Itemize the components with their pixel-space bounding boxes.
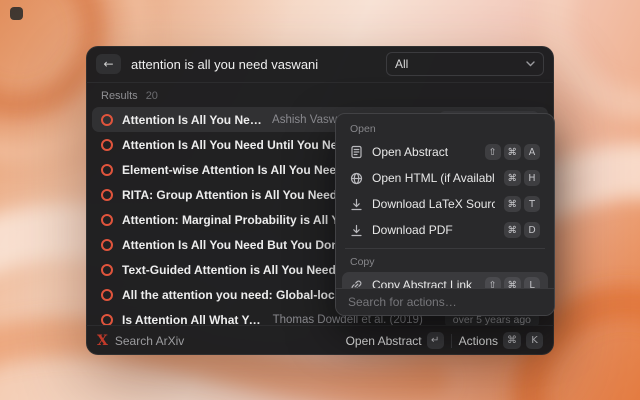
cmd-key-icon: ⌘ (504, 170, 522, 186)
back-arrow-icon: ← (103, 58, 113, 70)
action-label: Copy Abstract Link (372, 278, 476, 288)
action-label: Download LaTeX Source (372, 197, 495, 211)
results-header: Results 20 (86, 83, 554, 106)
actions-search-input[interactable] (348, 295, 542, 309)
result-title: Attention Is All You Need (122, 113, 263, 127)
cmd-key-icon: ⌘ (503, 332, 521, 349)
actions-search (336, 288, 554, 315)
primary-action-button[interactable]: Open Abstract ↵ (346, 332, 444, 349)
cmd-key-icon: ⌘ (504, 222, 522, 238)
shortcut-keys: ⇧ ⌘ L (485, 277, 541, 288)
a-key-icon: A (524, 144, 540, 160)
return-key-icon: ↵ (427, 332, 444, 349)
link-icon (350, 279, 363, 289)
l-key-icon: L (524, 277, 540, 288)
arxiv-ring-icon (101, 214, 113, 226)
result-title: Is Attention All What You Need? -- An Em… (122, 313, 264, 326)
cmd-key-icon: ⌘ (504, 196, 522, 212)
action-download-latex[interactable]: Download LaTeX Source ⌘ T (342, 191, 548, 217)
result-title: Element-wise Attention Is All You Need (122, 163, 343, 177)
arxiv-ring-icon (101, 239, 113, 251)
arxiv-ring-icon (101, 189, 113, 201)
arxiv-ring-icon (101, 139, 113, 151)
action-download-pdf[interactable]: Download PDF ⌘ D (342, 217, 548, 243)
action-label: Open Abstract (372, 145, 476, 159)
arxiv-ring-icon (101, 164, 113, 176)
arxiv-ring-icon (101, 314, 113, 326)
globe-icon (350, 172, 363, 185)
arxiv-ring-icon (101, 289, 113, 301)
action-label: Open HTML (if Available) (372, 171, 495, 185)
results-label: Results (101, 90, 138, 102)
shortcut-keys: ⌘ D (504, 222, 541, 238)
cmd-key-icon: ⌘ (504, 144, 522, 160)
desktop-corner-shape (10, 7, 23, 20)
section-title-open: Open (342, 116, 548, 139)
shortcut-keys: ⌘ T (504, 196, 541, 212)
h-key-icon: H (524, 170, 540, 186)
back-button[interactable]: ← (96, 54, 121, 74)
primary-action-label: Open Abstract (346, 334, 422, 348)
action-label: Download PDF (372, 223, 495, 237)
shift-key-icon: ⇧ (485, 277, 501, 288)
arxiv-ring-icon (101, 264, 113, 276)
section-title-copy: Copy (342, 249, 548, 272)
k-key-icon: K (526, 332, 543, 349)
search-input[interactable]: attention is all you need vaswani (131, 57, 376, 72)
titlebar: ← attention is all you need vaswani All (86, 46, 554, 83)
actions-button[interactable]: Actions ⌘ K (459, 332, 543, 349)
action-open-abstract[interactable]: Open Abstract ⇧ ⌘ A (342, 139, 548, 165)
shift-key-icon: ⇧ (485, 144, 501, 160)
cmd-key-icon: ⌘ (504, 277, 522, 288)
shortcut-keys: ⌘ H (504, 170, 541, 186)
results-count: 20 (146, 90, 158, 102)
actions-panel: Open Open Abstract ⇧ ⌘ A Open HTML (if A… (335, 113, 555, 316)
action-open-html[interactable]: Open HTML (if Available) ⌘ H (342, 165, 548, 191)
chevron-down-icon (526, 61, 535, 67)
extension-name: Search ArXiv (115, 334, 184, 348)
t-key-icon: T (524, 196, 540, 212)
shortcut-keys: ⇧ ⌘ A (485, 144, 541, 160)
arxiv-logo-icon: X (97, 333, 108, 349)
download-icon (350, 198, 363, 211)
arxiv-ring-icon (101, 114, 113, 126)
filter-dropdown[interactable]: All (386, 52, 544, 76)
actions-label: Actions (459, 334, 498, 348)
document-icon (350, 145, 363, 159)
download-icon (350, 224, 363, 237)
d-key-icon: D (524, 222, 540, 238)
footer-divider (451, 334, 452, 348)
footer: X Search ArXiv Open Abstract ↵ Actions ⌘… (86, 325, 554, 355)
actions-panel-body: Open Open Abstract ⇧ ⌘ A Open HTML (if A… (336, 114, 554, 288)
footer-actions: Open Abstract ↵ Actions ⌘ K (346, 332, 543, 349)
action-copy-abstract-link[interactable]: Copy Abstract Link ⇧ ⌘ L (342, 272, 548, 288)
filter-value: All (395, 57, 408, 71)
